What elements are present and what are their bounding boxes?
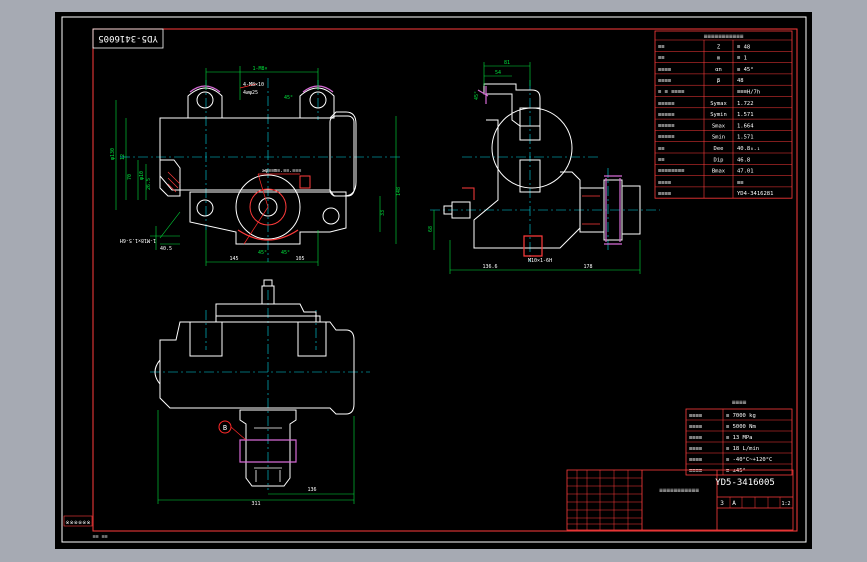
params-cell-name: ≡≡≡≡≡ (658, 101, 675, 107)
side-dim-bottom-note: M10×1-6H (528, 258, 552, 264)
perf-cell-value: ≡ 18 L/min (726, 446, 759, 452)
drawing-sheet[interactable]: YD5-3416005 ※※※※※※ ≡≡ ≡≡ 1-M8× 4-M8×10 4… (0, 0, 867, 562)
params-cell-name: ≡≡≡≡ (658, 180, 672, 186)
front-dim-top-hole2: 4∅φ25 (243, 90, 258, 96)
params-cell-symbol: Dip (714, 157, 724, 163)
perf-cell-name: ≡≡≡≡ (689, 424, 703, 430)
params-cell-name: ≡≡ (658, 56, 665, 62)
params-cell-name: ≡≡ (658, 146, 665, 152)
perf-cell-value: ≡ -40°C~+120°C (726, 457, 772, 463)
params-cell-symbol: αn (715, 67, 722, 73)
params-cell-name: ≡≡ (658, 157, 665, 163)
side-dim-top: 81 (504, 60, 510, 66)
params-cell-name: ≡ ≡ ≡≡≡≡ (658, 90, 685, 96)
perf-cell-value: ≡ 5000 Nm (726, 424, 756, 430)
top-dim-bottom-right: 136 (307, 487, 316, 493)
perf-cell-name: ≡≡≡≡ (689, 435, 703, 441)
cad-viewport[interactable]: YD5-3416005 ※※※※※※ ≡≡ ≡≡ 1-M8× 4-M8×10 4… (0, 0, 867, 562)
params-cell-symbol: Dee (714, 146, 724, 152)
params-cell-value: ≡ 48 (737, 44, 750, 50)
params-cell-value: 1.664 (737, 123, 754, 129)
params-cell-value: 1.571 (737, 112, 754, 118)
top-balloon-label: B (223, 424, 227, 432)
perf-cell-name: ≡≡≡≡ (689, 413, 703, 419)
params-cell-value: ≡ 1 (737, 56, 747, 62)
front-dim-bottom-left: 145 (229, 256, 238, 262)
front-dim-left-offset: 12 (120, 154, 126, 160)
params-cell-value: ≡≡≡H/7h (737, 90, 760, 96)
front-dim-bottom-angle-left: 45° (258, 250, 267, 256)
title-scale-b: A (732, 500, 736, 507)
params-cell-value: 48 (737, 78, 744, 84)
params-cell-symbol: Bmax (712, 169, 726, 175)
front-dim-top-span: 1-M8× (252, 66, 267, 72)
top-dim-bottom-left: 311 (251, 501, 260, 507)
title-k: 1:2 (781, 501, 790, 507)
perf-cell-name: ≡≡≡≡ (689, 468, 703, 474)
front-dim-bottom-angle-right: 45° (281, 250, 290, 256)
side-dim-top2: 54 (495, 70, 501, 76)
params-cell-value: 47.01 (737, 169, 754, 175)
stamp-text: ※※※※※※ (65, 520, 90, 526)
params-cell-name: ≡≡≡≡≡≡≡≡ (658, 169, 685, 175)
stamp-small: ≡≡ ≡≡ (92, 534, 107, 540)
side-dim-bottom-left: 136.6 (482, 264, 497, 270)
params-cell-symbol: Symax (710, 101, 727, 107)
perf-cell-value: ≡ ±45° (726, 468, 746, 474)
params-cell-value: ≡≡ (737, 180, 744, 186)
front-dim-left-mid: 70 (127, 174, 133, 180)
side-dim-left-height: 68 (428, 226, 434, 232)
part-code-rotated: YD5-3416005 (98, 33, 158, 43)
front-dim-left-lower: 26.5 (146, 178, 152, 190)
params-cell-value: ≡ 45° (737, 67, 754, 73)
params-cell-name: ≡≡≡≡ (658, 78, 672, 84)
params-cell-name: ≡≡≡≡ (658, 67, 672, 73)
front-dim-angle-right: 45° (284, 95, 293, 101)
title-drawing-no: YD5-3416005 (715, 478, 775, 488)
params-cell-symbol: Smin (712, 135, 725, 141)
perf-cell-name: ≡≡≡≡ (689, 457, 703, 463)
front-dim-bottom-right: 105 (295, 256, 304, 262)
params-cell-value: 46.8 (737, 157, 750, 163)
params-cell-value: 1.722 (737, 101, 754, 107)
perf-title: ≡≡≡≡ (732, 399, 747, 406)
perf-cell-value: ≡ 13 MPa (726, 435, 753, 441)
params-cell-name: ≡≡≡≡≡ (658, 135, 675, 141)
perf-cell-name: ≡≡≡≡ (689, 446, 703, 452)
params-cell-value: 1.571 (737, 135, 754, 141)
front-dim-bottom-offset: 40.5 (160, 246, 172, 252)
params-cell-symbol: Smax (712, 123, 726, 129)
perf-cell-value: ≡ 7000 kg (726, 413, 756, 419)
front-dim-top-hole: 4-M8×10 (243, 82, 264, 88)
params-cell-name: ≡≡ (658, 44, 665, 50)
front-dim-right-height: 148 (396, 187, 402, 196)
params-cell-symbol: Symin (710, 112, 727, 118)
side-dim-left-angle: 45° (474, 91, 480, 100)
params-cell-name: ≡≡≡≡ (658, 191, 672, 197)
title-name: ≡≡≡≡≡≡≡≡≡≡≡ (659, 487, 699, 494)
front-dim-right-mid: 33 (380, 210, 386, 216)
front-leader-note: ≥φ≡≡m≡.≡≡.≡≡≡ (262, 168, 301, 174)
front-dim-left-height: φ130 (110, 148, 116, 160)
front-dim-left-inner: φ10 (139, 171, 145, 180)
params-title: ≡≡≡≡≡≡≡≡≡≡≡ (704, 33, 744, 40)
params-cell-value: 40.8₀.₁ (737, 146, 760, 152)
title-scale-a: 3 (720, 500, 724, 507)
side-dim-bottom-right: 178 (583, 264, 592, 270)
params-cell-name: ≡≡≡≡≡ (658, 112, 675, 118)
params-cell-name: ≡≡≡≡≡ (658, 123, 675, 129)
params-cell-value: YD4-3416281 (737, 191, 773, 197)
front-bolt-note: 1-M18×1.5-6H (120, 237, 156, 243)
